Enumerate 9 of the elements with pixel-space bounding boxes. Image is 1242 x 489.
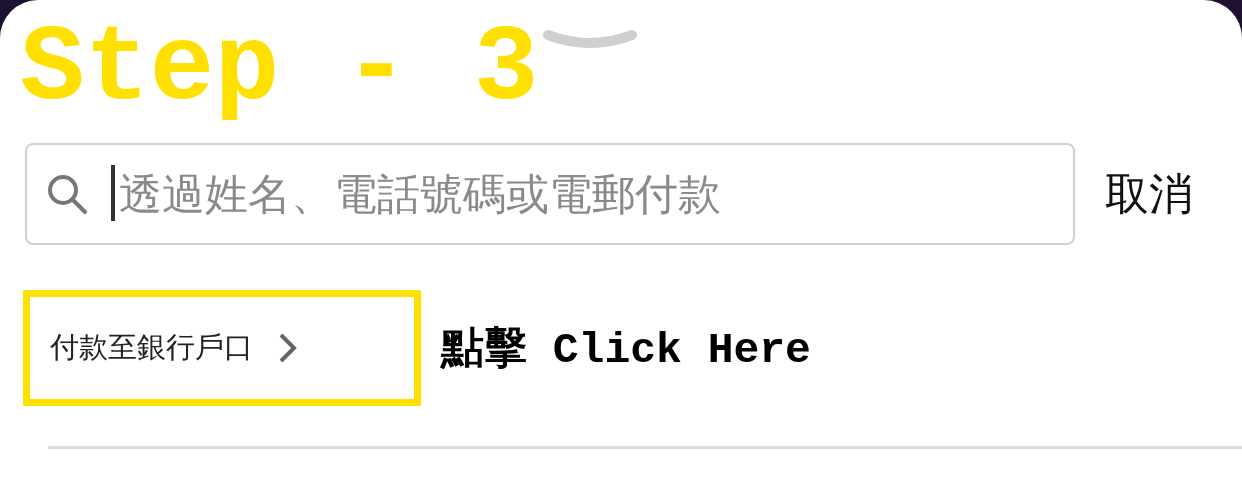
chevron-right-icon xyxy=(277,331,299,365)
bank-transfer-link[interactable]: 付款至銀行戶口 xyxy=(23,290,421,406)
click-here-label: 點擊 Click Here xyxy=(441,325,811,377)
drag-handle-icon xyxy=(542,27,639,51)
cancel-button[interactable]: 取消 xyxy=(1105,164,1193,224)
search-icon xyxy=(45,172,89,216)
text-cursor xyxy=(111,165,115,221)
step-title: Step - 3 xyxy=(20,7,539,132)
search-field[interactable]: 透過姓名、電話號碼或電郵付款 xyxy=(25,143,1075,245)
